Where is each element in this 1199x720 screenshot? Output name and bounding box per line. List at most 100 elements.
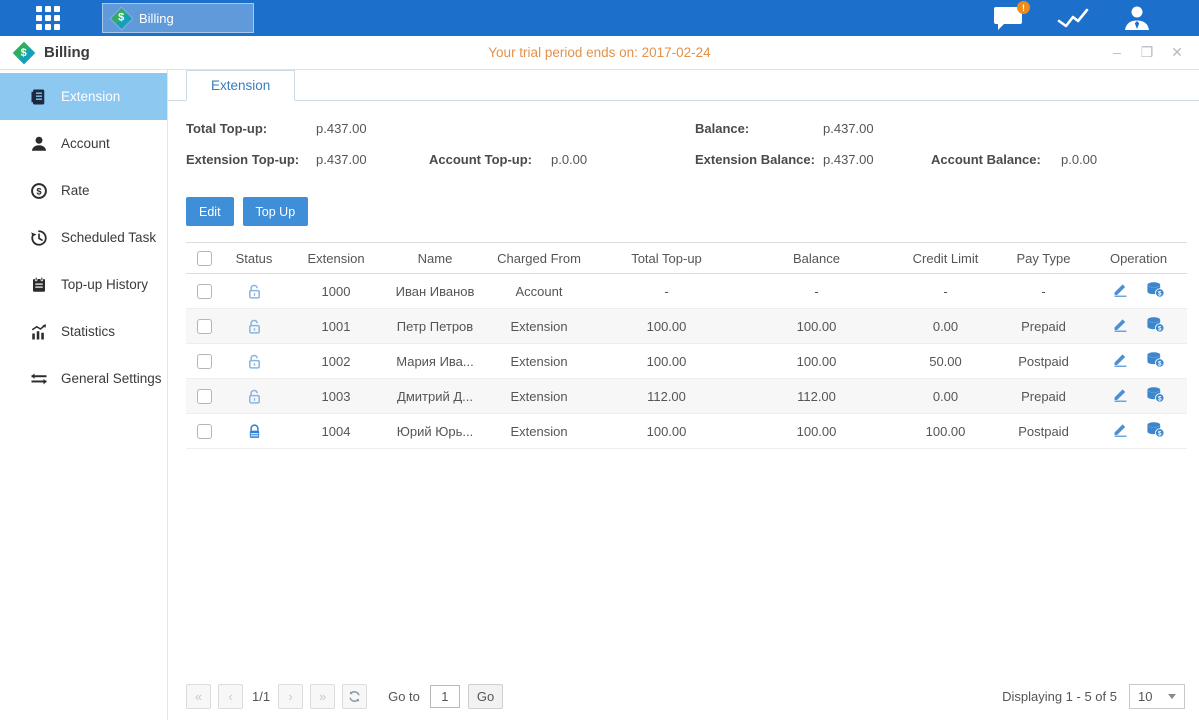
- page-size-value: 10: [1138, 689, 1152, 704]
- cell-pay-type: Prepaid: [997, 309, 1090, 344]
- messages-icon[interactable]: !: [993, 5, 1023, 31]
- cell-charged-from: Extension: [484, 379, 594, 414]
- col-operation: Operation: [1090, 243, 1187, 274]
- taskbar-tab-billing[interactable]: $ Billing: [102, 3, 254, 33]
- col-total-topup: Total Top-up: [594, 243, 739, 274]
- sidebar-item-label: Statistics: [61, 324, 115, 339]
- edit-row-icon[interactable]: [1112, 421, 1129, 441]
- close-button[interactable]: ✕: [1169, 44, 1185, 61]
- cell-total-topup: 100.00: [594, 344, 739, 379]
- status-lock-icon: [246, 422, 263, 437]
- cell-pay-type: Prepaid: [997, 379, 1090, 414]
- balance-value: p.437.00: [823, 121, 874, 136]
- next-page-button[interactable]: ›: [278, 684, 303, 709]
- minimize-button[interactable]: –: [1109, 44, 1125, 61]
- cell-extension: 1003: [286, 379, 386, 414]
- top-up-row-icon[interactable]: $: [1146, 316, 1165, 336]
- user-icon[interactable]: [1123, 4, 1151, 32]
- sidebar-item-label: Rate: [61, 183, 90, 198]
- svg-text:$: $: [1158, 325, 1162, 332]
- person-icon: [30, 135, 48, 153]
- edit-row-icon[interactable]: [1112, 351, 1129, 371]
- window-title: Billing: [44, 44, 90, 61]
- top-up-row-icon[interactable]: $: [1146, 281, 1165, 301]
- edit-row-icon[interactable]: [1112, 281, 1129, 301]
- edit-button[interactable]: Edit: [186, 197, 234, 226]
- notepad-icon: [30, 276, 48, 294]
- trial-message: Your trial period ends on: 2017-02-24: [0, 45, 1199, 60]
- row-checkbox[interactable]: [197, 424, 212, 439]
- select-all-checkbox[interactable]: [197, 251, 212, 266]
- cell-name: Петр Петров: [386, 309, 484, 344]
- top-up-button[interactable]: Top Up: [243, 197, 309, 226]
- go-button[interactable]: Go: [468, 684, 503, 709]
- extensions-table: Status Extension Name Charged From Total…: [186, 242, 1187, 449]
- displaying-info: Displaying 1 - 5 of 5: [1002, 689, 1117, 704]
- sidebar-item-extension[interactable]: Extension: [0, 73, 167, 120]
- refresh-icon[interactable]: [342, 684, 367, 709]
- cell-total-topup: 100.00: [594, 309, 739, 344]
- sidebar-item-rate[interactable]: $ Rate: [0, 167, 167, 214]
- sidebar-item-scheduled-task[interactable]: Scheduled Task: [0, 214, 167, 261]
- row-checkbox[interactable]: [197, 284, 212, 299]
- svg-text:$: $: [1158, 395, 1162, 402]
- sidebar-item-general-settings[interactable]: General Settings: [0, 355, 167, 402]
- pagination-bar: « ‹ 1/1 › » Go to Go Displaying: [186, 672, 1185, 720]
- table-row: 1000 Иван Иванов Account - - - -: [186, 274, 1187, 309]
- col-charged-from: Charged From: [484, 243, 594, 274]
- edit-row-icon[interactable]: [1112, 386, 1129, 406]
- bar-chart-icon: [30, 323, 48, 341]
- prev-page-button[interactable]: ‹: [218, 684, 243, 709]
- extension-balance-value: p.437.00: [823, 152, 874, 167]
- col-status: Status: [222, 243, 286, 274]
- sidebar-item-topup-history[interactable]: Top-up History: [0, 261, 167, 308]
- svg-text:$: $: [36, 186, 42, 196]
- top-up-row-icon[interactable]: $: [1146, 351, 1165, 371]
- last-page-button[interactable]: »: [310, 684, 335, 709]
- unlocked-icon: [246, 283, 263, 300]
- edit-row-icon[interactable]: [1112, 316, 1129, 336]
- cell-charged-from: Account: [484, 274, 594, 309]
- goto-page-input[interactable]: [430, 685, 460, 708]
- goto-label: Go to: [388, 689, 420, 704]
- sidebar-item-statistics[interactable]: Statistics: [0, 308, 167, 355]
- top-up-row-icon[interactable]: $: [1146, 421, 1165, 441]
- cell-pay-type: -: [997, 274, 1090, 309]
- statistics-icon[interactable]: [1057, 5, 1089, 31]
- status-lock-icon: [246, 352, 263, 367]
- tab-extension[interactable]: Extension: [186, 70, 295, 101]
- extension-balance-label: Extension Balance:: [695, 152, 815, 167]
- row-checkbox[interactable]: [197, 319, 212, 334]
- row-checkbox[interactable]: [197, 389, 212, 404]
- table-row: 1003 Дмитрий Д... Extension 112.00 112.0…: [186, 379, 1187, 414]
- chevron-down-icon: [1168, 694, 1176, 699]
- cell-balance: 100.00: [739, 309, 894, 344]
- cell-credit-limit: -: [894, 274, 997, 309]
- row-checkbox[interactable]: [197, 354, 212, 369]
- cell-charged-from: Extension: [484, 309, 594, 344]
- status-lock-icon: [246, 282, 263, 297]
- sidebar-item-label: Account: [61, 136, 110, 151]
- top-up-row-icon[interactable]: $: [1146, 386, 1165, 406]
- first-page-button[interactable]: «: [186, 684, 211, 709]
- sidebar-item-account[interactable]: Account: [0, 120, 167, 167]
- table-row: 1002 Мария Ива... Extension 100.00 100.0…: [186, 344, 1187, 379]
- account-topup-value: p.0.00: [551, 152, 587, 167]
- history-clock-icon: [30, 229, 48, 247]
- table-header-row: Status Extension Name Charged From Total…: [186, 243, 1187, 274]
- app-grid-icon[interactable]: [36, 6, 60, 30]
- unlocked-icon: [246, 318, 263, 335]
- maximize-button[interactable]: ❒: [1139, 44, 1155, 61]
- sliders-icon: [30, 370, 48, 388]
- total-topup-label: Total Top-up:: [186, 121, 267, 136]
- unlocked-icon: [246, 353, 263, 370]
- window-titlebar: $ Billing Your trial period ends on: 201…: [0, 36, 1199, 70]
- page-size-select[interactable]: 10: [1129, 684, 1185, 709]
- cell-extension: 1000: [286, 274, 386, 309]
- cell-extension: 1001: [286, 309, 386, 344]
- account-balance-value: p.0.00: [1061, 152, 1097, 167]
- cell-name: Дмитрий Д...: [386, 379, 484, 414]
- sidebar-item-label: General Settings: [61, 371, 162, 386]
- sidebar-item-label: Extension: [61, 89, 120, 104]
- col-pay-type: Pay Type: [997, 243, 1090, 274]
